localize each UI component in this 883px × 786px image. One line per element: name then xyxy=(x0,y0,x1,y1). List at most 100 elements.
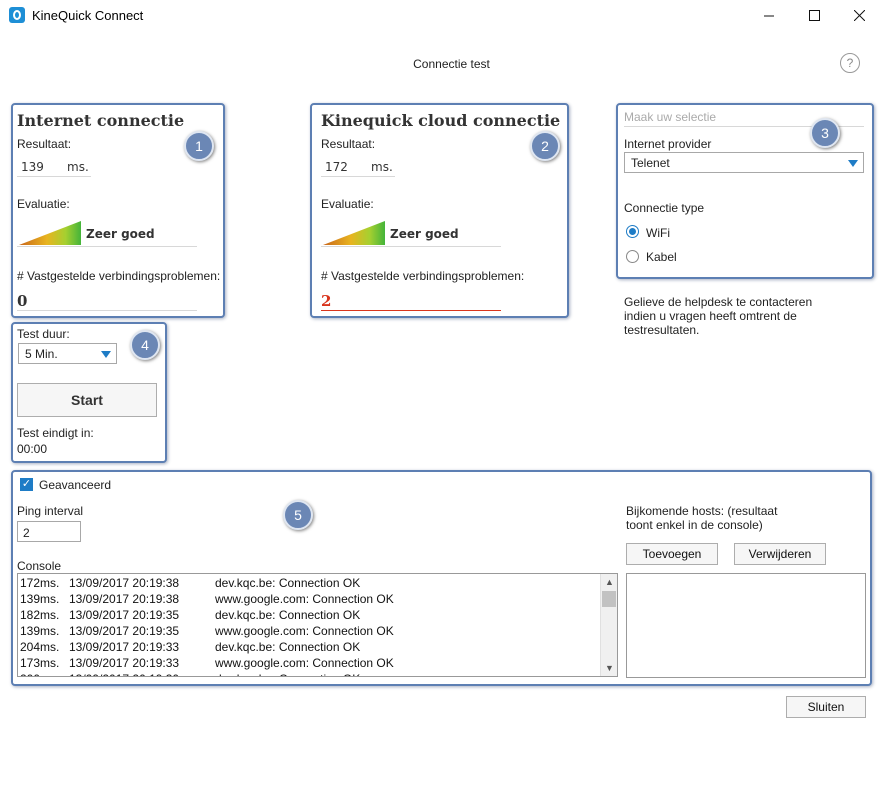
internet-problems-value: 0 xyxy=(17,292,28,310)
maximize-button[interactable] xyxy=(791,0,837,31)
cloud-result-label: Resultaat: xyxy=(321,137,376,151)
console-row: 182ms. 13/09/2017 20:19:35 dev.kqc.be: Con… xyxy=(20,608,600,624)
start-button-label: Start xyxy=(71,392,103,408)
scroll-up-icon[interactable]: ▲ xyxy=(601,574,617,590)
test-duration-dropdown[interactable]: 5 Min. xyxy=(18,343,117,364)
console-scrollbar[interactable]: ▲ ▼ xyxy=(600,574,617,676)
cloud-result-row: 172 ms. xyxy=(321,157,395,177)
cloud-result-unit: ms. xyxy=(371,160,393,174)
console-row: 139ms. 13/09/2017 20:19:38 www.google.com:… xyxy=(20,592,600,608)
dropdown-arrow-icon xyxy=(848,160,858,167)
console-message: dev.kqc.be: Connection OK xyxy=(215,640,361,654)
console-timestamp: 13/09/2017 20:19:35 xyxy=(69,608,180,622)
dropdown-arrow-icon xyxy=(101,351,111,358)
remove-host-button-label: Verwijderen xyxy=(748,547,812,561)
test-ends-value: 00:00 xyxy=(17,442,48,456)
console-row: 172ms. 13/09/2017 20:19:38 dev.kqc.be: Con… xyxy=(20,576,600,592)
help-icon[interactable]: ? xyxy=(840,53,860,73)
test-ends-label: Test eindigt in: xyxy=(17,426,94,440)
step-badge-4: 4 xyxy=(130,330,160,360)
cable-radio[interactable] xyxy=(626,250,639,263)
provider-dropdown[interactable]: Telenet xyxy=(624,152,864,173)
close-dialog-button[interactable]: Sluiten xyxy=(786,696,866,718)
console-message: www.google.com: Connection OK xyxy=(215,656,394,670)
console-row: 200ms. 13/09/2017 20:19:30 dev.kqc.be: Con… xyxy=(20,672,600,676)
internet-result-value: 139 xyxy=(21,160,44,174)
add-host-button-label: Toevoegen xyxy=(642,547,702,561)
console-timestamp: 13/09/2017 20:19:30 xyxy=(69,672,179,676)
close-icon xyxy=(853,10,865,21)
maximize-icon xyxy=(808,10,820,21)
console-label: Console xyxy=(17,559,62,573)
internet-problems-label: # Vastgestelde verbindingsproblemen: xyxy=(17,269,221,283)
console-row: 173ms. 13/09/2017 20:19:33 www.google.com:… xyxy=(20,656,600,672)
wifi-radio[interactable] xyxy=(626,225,639,238)
wifi-radio-label[interactable]: WiFi xyxy=(646,226,670,240)
step-badge-2: 2 xyxy=(530,131,560,161)
console-ms: 200ms. xyxy=(20,672,59,676)
console-row: 139ms. 13/09/2017 20:19:35 www.google.com:… xyxy=(20,624,600,640)
console-timestamp: 13/09/2017 20:19:38 xyxy=(69,576,180,590)
internet-evaluation-value: Zeer goed xyxy=(86,227,155,241)
ping-interval-input[interactable]: 2 xyxy=(17,521,81,542)
extra-hosts-label-line-1: Bijkomende hosts: (resultaat xyxy=(626,504,778,518)
console-ms: 182ms. xyxy=(20,608,60,622)
internet-evaluation-row: Zeer goed xyxy=(17,221,197,247)
console-ms: 139ms. xyxy=(20,592,60,606)
helpdesk-note-line-3: testresultaten. xyxy=(624,323,700,337)
console-ms: 173ms. xyxy=(20,656,60,670)
helpdesk-note-line-2: indien u vragen heeft omtrent de xyxy=(624,309,797,323)
console-timestamp: 13/09/2017 20:19:38 xyxy=(69,592,180,606)
cloud-result-value: 172 xyxy=(325,160,348,174)
close-dialog-button-label: Sluiten xyxy=(807,700,845,714)
extra-hosts-list[interactable] xyxy=(626,573,866,678)
internet-result-unit: ms. xyxy=(67,160,89,174)
scroll-down-icon[interactable]: ▼ xyxy=(601,660,617,676)
start-button[interactable]: Start xyxy=(17,383,157,417)
scroll-thumb[interactable] xyxy=(602,591,616,607)
provider-label: Internet provider xyxy=(624,137,712,151)
console-timestamp: 13/09/2017 20:19:35 xyxy=(69,624,180,638)
ping-interval-label: Ping interval xyxy=(17,504,84,518)
minimize-button[interactable] xyxy=(746,0,792,31)
step-badge-1: 1 xyxy=(184,131,214,161)
cloud-evaluation-row: Zeer goed xyxy=(321,221,501,247)
cable-radio-label[interactable]: Kabel xyxy=(646,250,677,264)
internet-problems-row: 0 xyxy=(17,291,197,311)
console-message: dev.kqc.be: Connection OK xyxy=(215,608,361,622)
internet-quality-gauge xyxy=(19,221,81,245)
advanced-checkbox[interactable]: ✓ xyxy=(20,478,33,491)
internet-evaluation-label: Evaluatie: xyxy=(17,197,70,211)
console-timestamp: 13/09/2017 20:19:33 xyxy=(69,640,180,654)
selection-placeholder: Maak uw selectie xyxy=(624,110,717,124)
minimize-icon xyxy=(764,15,774,16)
cloud-problems-label: # Vastgestelde verbindingsproblemen: xyxy=(321,269,525,283)
window-title: KineQuick Connect xyxy=(32,8,144,23)
step-badge-5: 5 xyxy=(283,500,313,530)
connection-type-label: Connectie type xyxy=(624,201,705,215)
cloud-panel-title: Kinequick cloud connectie xyxy=(321,111,561,130)
cloud-problems-value: 2 xyxy=(321,292,332,310)
console-message: dev.kqc.be: Connection OK xyxy=(215,672,360,676)
internet-panel-title: Internet connectie xyxy=(17,111,185,130)
cloud-evaluation-label: Evaluatie: xyxy=(321,197,374,211)
console-message: www.google.com: Connection OK xyxy=(215,624,394,638)
console-ms: 172ms. xyxy=(20,576,60,590)
advanced-checkbox-label[interactable]: Geavanceerd xyxy=(39,478,111,492)
test-duration-label: Test duur: xyxy=(17,327,70,341)
internet-result-label: Resultaat: xyxy=(17,137,72,151)
step-badge-3: 3 xyxy=(810,118,840,148)
ping-interval-value: 2 xyxy=(23,526,30,540)
console-row: 204ms. 13/09/2017 20:19:33 dev.kqc.be: Con… xyxy=(20,640,600,656)
console-timestamp: 13/09/2017 20:19:33 xyxy=(69,656,180,670)
console-message: dev.kqc.be: Connection OK xyxy=(215,576,361,590)
close-button[interactable] xyxy=(836,0,882,31)
page-title: Connectie test xyxy=(413,57,490,71)
cloud-problems-row: 2 xyxy=(321,291,501,311)
console-message: www.google.com: Connection OK xyxy=(215,592,394,606)
remove-host-button[interactable]: Verwijderen xyxy=(734,543,826,565)
test-duration-value: 5 Min. xyxy=(25,347,58,361)
console-output[interactable]: 172ms. 13/09/2017 20:19:38 dev.kqc.be: Con… xyxy=(17,573,618,677)
add-host-button[interactable]: Toevoegen xyxy=(626,543,718,565)
console-ms: 204ms. xyxy=(20,640,60,654)
